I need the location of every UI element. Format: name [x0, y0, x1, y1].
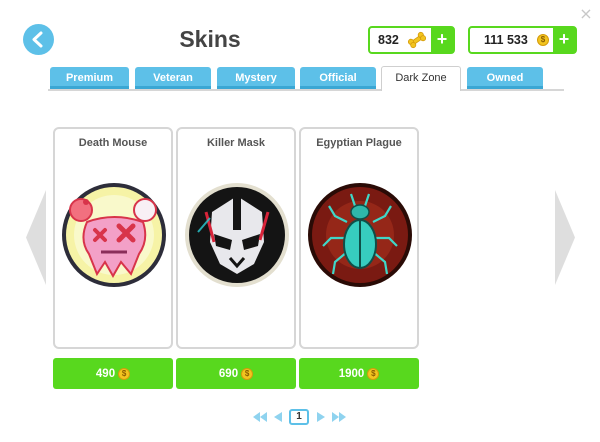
next-arrow-button[interactable] — [555, 190, 575, 285]
coins-currency-box: 111 533 $ + — [468, 26, 577, 54]
previous-arrow-button[interactable] — [26, 190, 46, 285]
coin-icon: $ — [367, 367, 380, 380]
tab-veteran[interactable]: Veteran — [135, 67, 211, 89]
bone-icon — [407, 31, 427, 49]
chevron-left-icon — [32, 31, 43, 48]
skin-name: Egyptian Plague — [316, 137, 402, 149]
price-label: 1900 — [338, 367, 365, 380]
add-bones-button[interactable]: + — [431, 28, 453, 52]
price-label: 690 — [218, 367, 239, 380]
coin-icon: $ — [537, 34, 549, 46]
last-page-icon[interactable] — [331, 410, 347, 424]
killer-mask-skin-icon — [185, 183, 289, 287]
coins-amount: 111 533 — [484, 33, 528, 47]
page-title: Skins — [179, 26, 241, 52]
coin-icon: $ — [241, 367, 254, 380]
bones-amount: 832 — [378, 33, 399, 47]
previous-page-icon[interactable] — [270, 410, 286, 424]
buy-egyptian-plague-button[interactable]: 1900 $ — [299, 358, 419, 389]
add-coins-button[interactable]: + — [553, 28, 575, 52]
coin-icon: $ — [118, 367, 131, 380]
buy-death-mouse-button[interactable]: 490 $ — [53, 358, 173, 389]
tab-dark-zone[interactable]: Dark Zone — [381, 66, 461, 91]
skin-card-death-mouse[interactable]: Death Mouse — [53, 127, 173, 349]
skin-name: Death Mouse — [78, 137, 148, 149]
tabs-underline — [48, 89, 564, 91]
skin-card-egyptian-plague[interactable]: Egyptian Plague — [299, 127, 419, 349]
skin-name: Killer Mask — [206, 137, 266, 149]
current-page-indicator[interactable]: 1 — [289, 409, 309, 425]
next-page-icon[interactable] — [313, 410, 329, 424]
price-label: 490 — [95, 367, 116, 380]
first-page-icon[interactable] — [252, 410, 268, 424]
tab-official[interactable]: Official — [300, 67, 376, 89]
death-mouse-skin-icon — [62, 183, 166, 287]
tab-mystery[interactable]: Mystery — [217, 67, 295, 89]
tab-owned[interactable]: Owned — [467, 67, 543, 89]
back-button[interactable] — [23, 24, 54, 55]
tab-premium[interactable]: Premium — [50, 67, 129, 89]
egyptian-plague-skin-icon — [308, 183, 412, 287]
bones-currency-box: 832 + — [368, 26, 455, 54]
close-icon[interactable]: × — [578, 6, 594, 22]
skin-card-killer-mask[interactable]: Killer Mask — [176, 127, 296, 349]
buy-killer-mask-button[interactable]: 690 $ — [176, 358, 296, 389]
